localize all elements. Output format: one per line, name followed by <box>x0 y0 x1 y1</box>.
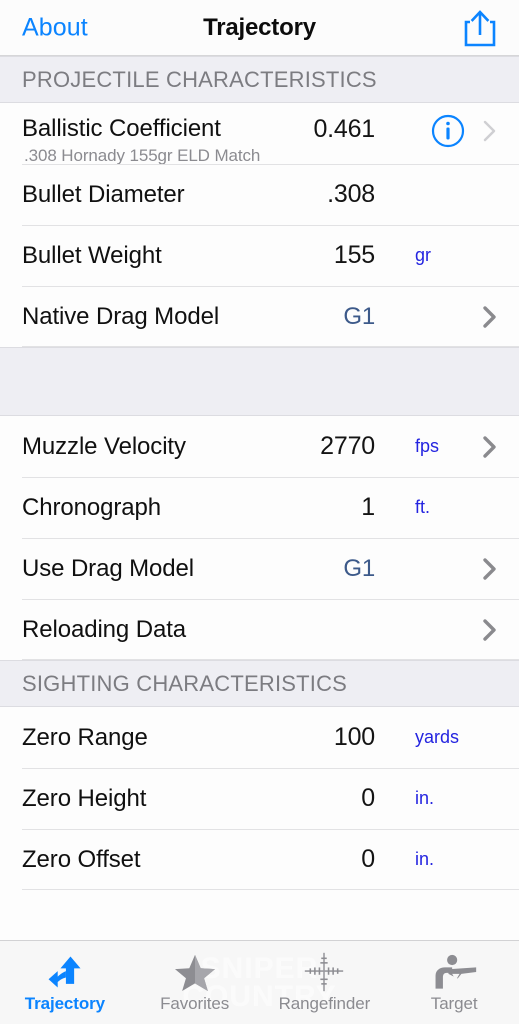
row-ballistic-coefficient[interactable]: Ballistic Coefficient .308 Hornady 155gr… <box>0 103 519 165</box>
row-value: 100 <box>333 723 375 751</box>
tab-bar: SNIPER COUNTRY Trajectory Favorites Rang… <box>0 940 519 1024</box>
row-zero-range[interactable]: Zero Range 100 yards <box>0 707 519 768</box>
row-value: .308 <box>327 180 375 208</box>
sighting-rows-group: Zero Range 100 yards Zero Height 0 in. Z… <box>0 707 519 890</box>
tab-target[interactable]: Target <box>389 941 519 1024</box>
shooter-icon <box>430 950 478 994</box>
row-native-drag-model[interactable]: Native Drag Model G1 <box>0 286 519 347</box>
row-value: 1 <box>361 493 375 521</box>
row-label: Native Drag Model <box>22 302 220 330</box>
tab-label: Target <box>430 994 478 1013</box>
row-label: Zero Height <box>22 784 147 812</box>
section-header-label: PROJECTILE CHARACTERISTICS <box>22 66 377 92</box>
navigation-bar: About Trajectory <box>0 0 519 56</box>
chevron-right-icon <box>481 303 499 331</box>
row-label: Bullet Weight <box>22 241 162 269</box>
star-icon <box>174 950 216 994</box>
row-label: Muzzle Velocity <box>22 432 186 460</box>
row-value: G1 <box>343 554 375 582</box>
row-use-drag-model[interactable]: Use Drag Model G1 <box>0 538 519 599</box>
section-header-label: SIGHTING CHARACTERISTICS <box>22 670 348 696</box>
row-unit[interactable]: in. <box>415 849 434 870</box>
tab-rangefinder[interactable]: Rangefinder <box>260 941 390 1024</box>
row-sublabel: .308 Hornady 155gr ELD Match <box>24 146 261 165</box>
chevron-right-icon <box>481 555 499 583</box>
crosshair-icon <box>302 950 346 994</box>
tab-label: Rangefinder <box>278 994 371 1013</box>
row-bullet-weight[interactable]: Bullet Weight 155 gr <box>0 225 519 286</box>
row-value: 0 <box>361 845 375 873</box>
section-header-projectile: PROJECTILE CHARACTERISTICS <box>0 56 519 103</box>
trajectory-arrow-icon <box>44 950 86 994</box>
tab-trajectory[interactable]: Trajectory <box>0 941 130 1024</box>
tab-favorites[interactable]: Favorites <box>130 941 260 1024</box>
row-value: G1 <box>343 302 375 330</box>
row-value: 155 <box>333 241 375 269</box>
section-header-sighting: SIGHTING CHARACTERISTICS <box>0 660 519 707</box>
info-icon[interactable] <box>431 114 465 148</box>
chevron-right-icon <box>481 117 499 145</box>
row-label: Reloading Data <box>22 615 187 643</box>
tab-label: Favorites <box>160 994 230 1013</box>
row-unit[interactable]: yards <box>415 727 459 748</box>
row-unit[interactable]: gr <box>415 245 431 266</box>
row-bullet-diameter[interactable]: Bullet Diameter .308 <box>0 164 519 225</box>
ballistics-rows-group: Muzzle Velocity 2770 fps Chronograph 1 f… <box>0 416 519 660</box>
tab-label: Trajectory <box>24 994 105 1013</box>
row-label: Chronograph <box>22 493 161 521</box>
row-label: Ballistic Coefficient <box>22 115 221 142</box>
row-unit[interactable]: ft. <box>415 497 430 518</box>
share-icon[interactable] <box>463 9 497 47</box>
row-muzzle-velocity[interactable]: Muzzle Velocity 2770 fps <box>0 416 519 477</box>
row-label: Bullet Diameter <box>22 180 185 208</box>
projectile-rows-group: Ballistic Coefficient .308 Hornady 155gr… <box>0 103 519 347</box>
row-zero-offset[interactable]: Zero Offset 0 in. <box>0 829 519 890</box>
section-spacer <box>0 347 519 416</box>
row-unit[interactable]: in. <box>415 788 434 809</box>
row-value: 2770 <box>320 432 375 460</box>
row-zero-height[interactable]: Zero Height 0 in. <box>0 768 519 829</box>
app-screen: About Trajectory PROJECTILE CHARACTERIST… <box>0 0 519 1024</box>
page-title: Trajectory <box>203 13 316 41</box>
row-label: Zero Offset <box>22 845 141 873</box>
row-label: Use Drag Model <box>22 554 195 582</box>
row-reloading-data[interactable]: Reloading Data <box>0 599 519 660</box>
row-value: 0 <box>361 784 375 812</box>
row-chronograph[interactable]: Chronograph 1 ft. <box>0 477 519 538</box>
chevron-right-icon <box>481 433 499 461</box>
row-label: Zero Range <box>22 723 148 751</box>
chevron-right-icon <box>481 616 499 644</box>
row-unit[interactable]: fps <box>415 436 439 457</box>
row-value: 0.461 <box>313 115 375 143</box>
